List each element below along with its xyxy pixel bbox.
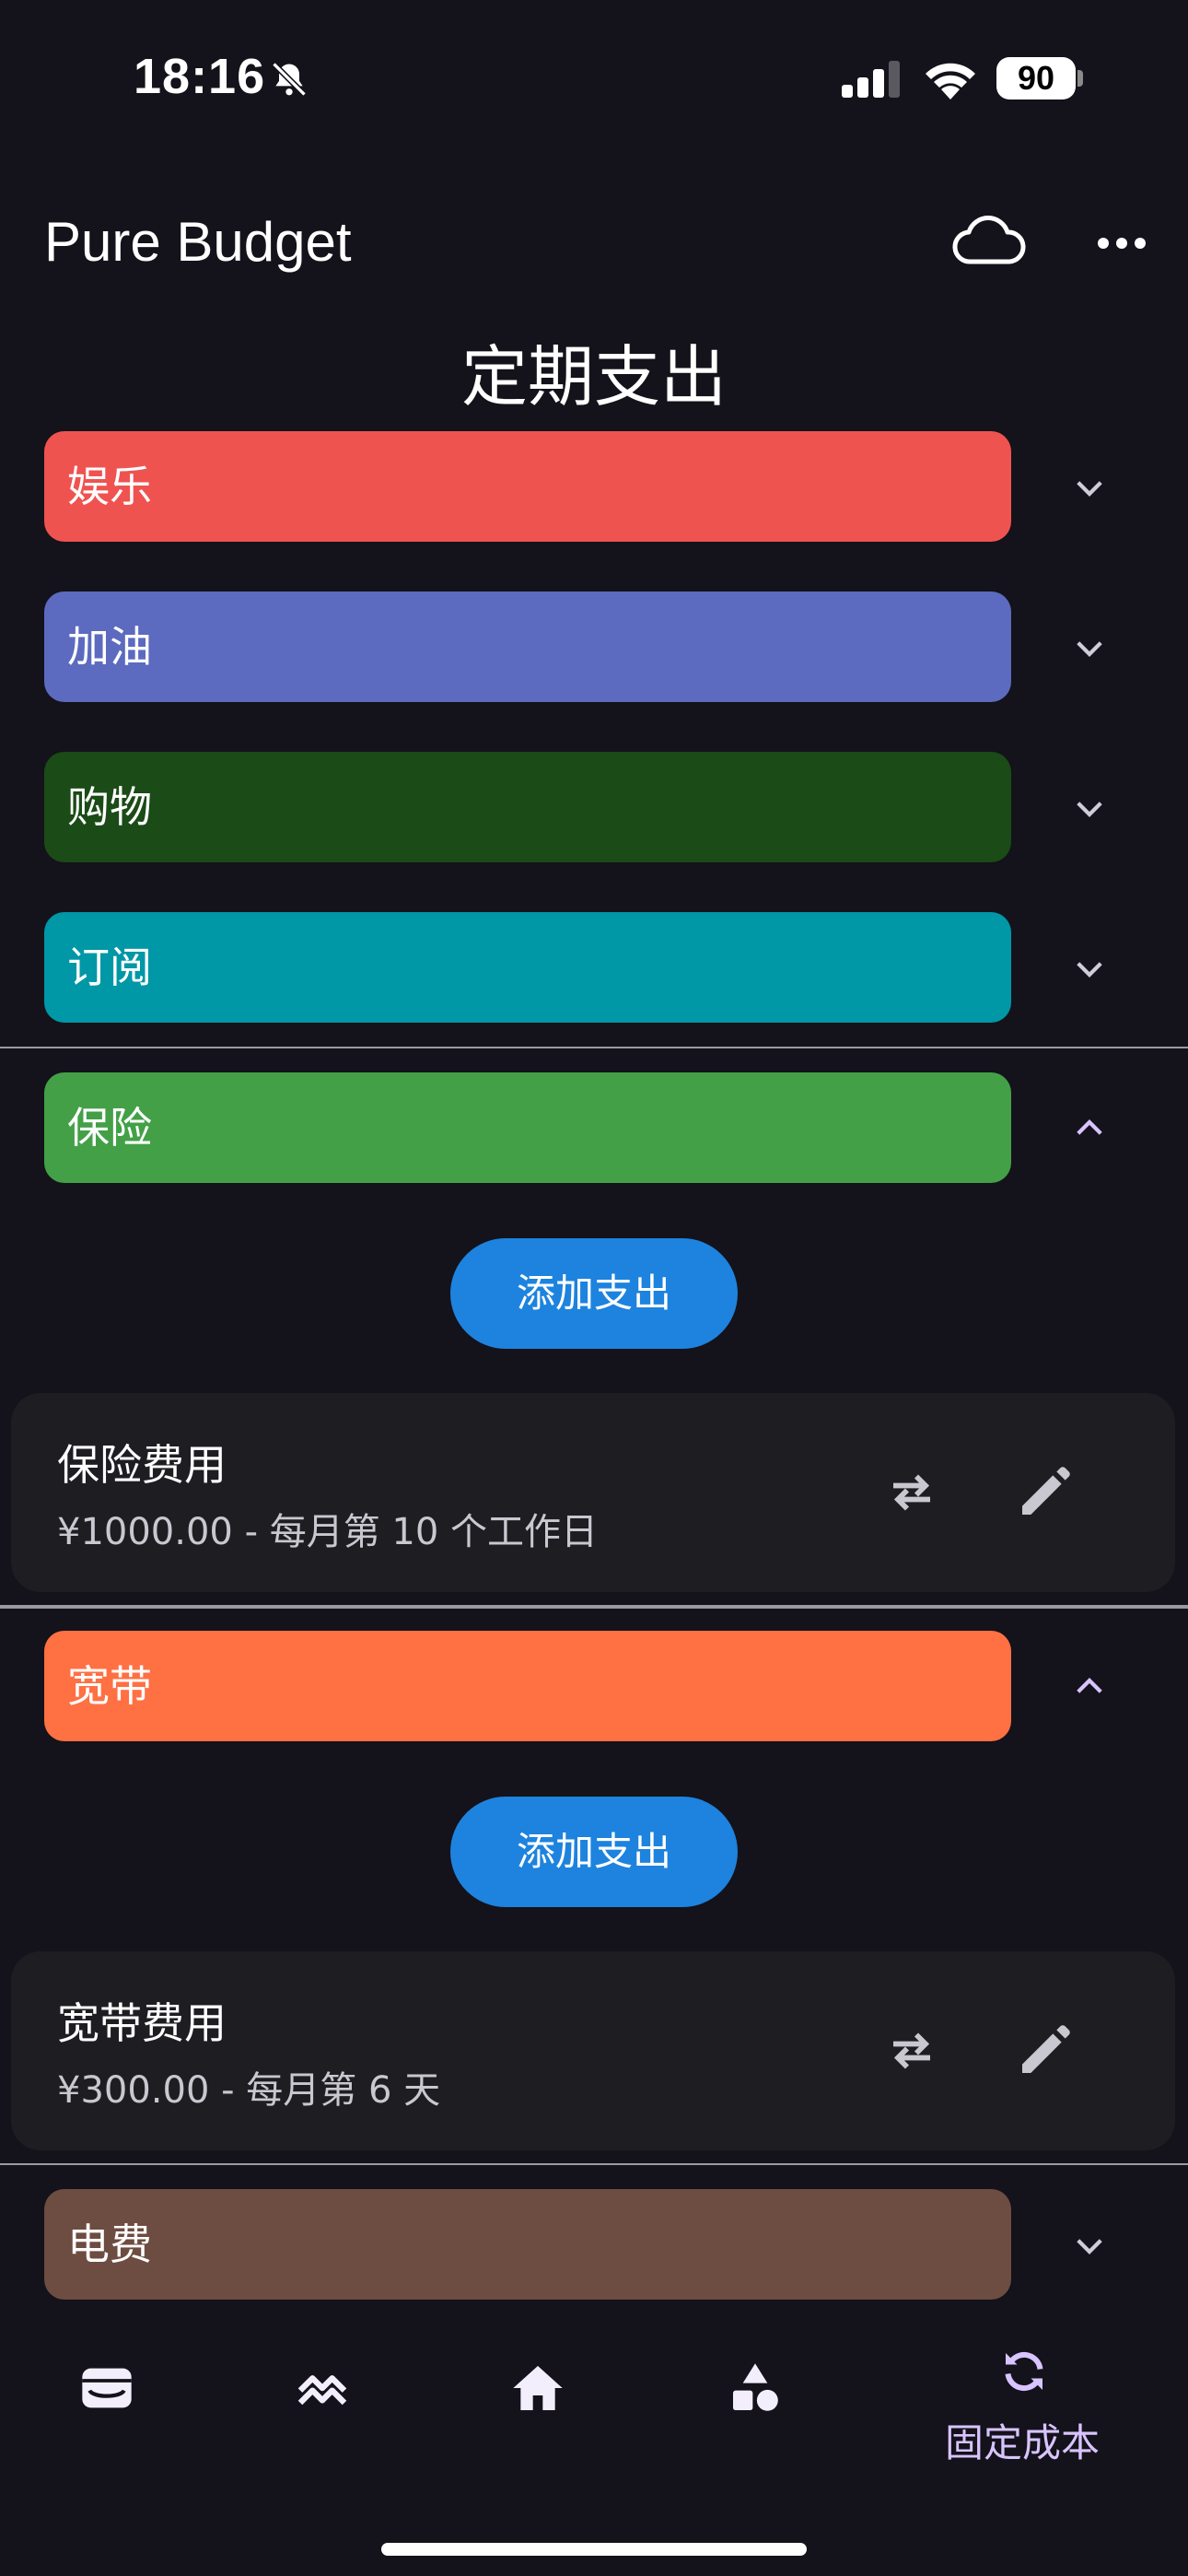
battery-indicator: 90: [996, 57, 1076, 100]
category-bar-shopping[interactable]: 购物: [44, 752, 1011, 862]
trend-icon[interactable]: [293, 2359, 352, 2418]
category-label: 订阅: [67, 943, 152, 992]
edit-icon[interactable]: [1015, 1463, 1074, 1522]
category-bar-insurance[interactable]: 保险: [44, 1072, 1011, 1183]
signal-icon: [842, 61, 900, 98]
expense-name: 保险费用: [57, 1440, 227, 1490]
expense-card[interactable]: 保险费用 ¥1000.00 - 每月第 10 个工作日: [11, 1393, 1175, 1592]
category-bar-entertainment[interactable]: 娱乐: [44, 431, 1011, 542]
category-bar-subscription[interactable]: 订阅: [44, 912, 1011, 1023]
category-bar-fuel[interactable]: 加油: [44, 591, 1011, 702]
edit-icon[interactable]: [1015, 2021, 1074, 2080]
home-indicator: [381, 2543, 807, 2556]
category-label: 保险: [67, 1103, 152, 1153]
more-icon[interactable]: [1096, 236, 1147, 251]
add-expense-button[interactable]: 添加支出: [450, 1238, 738, 1349]
category-bar-electricity[interactable]: 电费: [44, 2189, 1011, 2300]
expense-name: 宽带费用: [57, 1998, 227, 2048]
expense-detail: ¥300.00 - 每月第 6 天: [57, 2069, 441, 2112]
chevron-down-icon[interactable]: [1070, 2226, 1109, 2265]
category-label: 娱乐: [67, 462, 152, 511]
add-expense-button[interactable]: 添加支出: [450, 1797, 738, 1907]
wifi-icon: [926, 63, 975, 100]
battery-nub: [1077, 70, 1083, 87]
chevron-up-icon[interactable]: [1070, 1109, 1109, 1148]
divider: [0, 1605, 1188, 1609]
page-title: 定期支出: [460, 338, 727, 416]
nav-label-fixed-cost[interactable]: 固定成本: [930, 2412, 1114, 2468]
expense-detail: ¥1000.00 - 每月第 10 个工作日: [57, 1511, 599, 1553]
divider: [0, 2163, 1188, 2165]
swap-icon[interactable]: [884, 2023, 939, 2078]
wallet-icon[interactable]: [77, 2359, 136, 2418]
chevron-down-icon[interactable]: [1070, 628, 1109, 667]
status-time: 18:16: [134, 49, 266, 104]
category-label: 购物: [67, 782, 152, 832]
cloud-icon[interactable]: [952, 212, 1026, 269]
recurring-icon[interactable]: [996, 2344, 1052, 2399]
category-label: 加油: [67, 622, 152, 672]
home-icon[interactable]: [508, 2359, 567, 2418]
chevron-up-icon[interactable]: [1070, 1668, 1109, 1706]
category-label: 电费: [67, 2219, 152, 2269]
expense-card[interactable]: 宽带费用 ¥300.00 - 每月第 6 天: [11, 1951, 1175, 2150]
app-title: Pure Budget: [44, 211, 352, 273]
chevron-down-icon[interactable]: [1070, 468, 1109, 507]
category-label: 宽带: [67, 1661, 152, 1711]
chevron-down-icon[interactable]: [1070, 789, 1109, 827]
divider: [0, 1047, 1188, 1048]
categories-icon[interactable]: [726, 2359, 785, 2418]
chevron-down-icon[interactable]: [1070, 949, 1109, 988]
bell-muted-icon: [272, 62, 307, 97]
category-bar-broadband[interactable]: 宽带: [44, 1631, 1011, 1741]
swap-icon[interactable]: [884, 1465, 939, 1520]
